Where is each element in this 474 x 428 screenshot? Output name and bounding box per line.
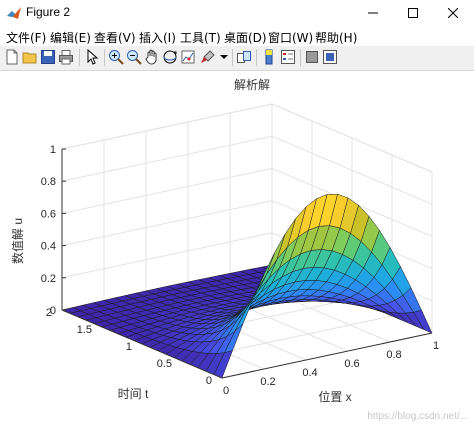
legend-icon[interactable] (280, 49, 296, 65)
watermark-text: https://blog.csdn.net/... (367, 411, 468, 422)
figure-window: Figure 2 文件(F) 编辑(E) 查看(V) 插入(I) 工具(T) 桌… (0, 0, 474, 424)
y-tick-label: 1 (126, 341, 132, 353)
menu-window[interactable]: 窗口(W) (268, 29, 313, 46)
z-tick-label: 0.8 (41, 176, 56, 188)
x-tick-label: 0.2 (260, 376, 275, 388)
toolbar-separator (79, 49, 80, 66)
minimize-icon (368, 12, 378, 14)
y-tick-label: 1.5 (77, 324, 92, 336)
figure-toolbar (0, 46, 474, 71)
open-file-icon[interactable] (22, 49, 38, 65)
new-figure-icon[interactable] (4, 49, 20, 65)
save-icon[interactable] (40, 49, 56, 65)
rotate-3d-icon[interactable] (162, 49, 178, 65)
toolbar-separator (300, 49, 301, 66)
close-icon (448, 8, 458, 18)
title-bar[interactable]: Figure 2 (0, 0, 474, 26)
menu-desktop[interactable]: 桌面(D) (224, 29, 267, 46)
chevron-down-icon[interactable] (216, 49, 232, 65)
y-tick-label: 2 (46, 307, 52, 319)
x-tick-label: 0.8 (386, 349, 401, 361)
brush-icon[interactable] (200, 49, 216, 65)
show-plot-tools-icon[interactable] (322, 49, 338, 65)
zoom-in-icon[interactable] (108, 49, 124, 65)
maximize-icon (408, 8, 418, 18)
print-icon[interactable] (58, 49, 74, 65)
window-title: Figure 2 (26, 5, 71, 19)
menu-edit[interactable]: 编辑(E) (50, 29, 91, 46)
toolbar-separator (256, 49, 257, 66)
z-tick-label: 0.2 (41, 273, 56, 285)
chart-title: 解析解 (234, 78, 270, 92)
menu-help[interactable]: 帮助(H) (315, 29, 357, 46)
matlab-logo-icon (7, 7, 21, 19)
y-tick-label: 0 (206, 375, 212, 387)
menu-insert[interactable]: 插入(I) (139, 29, 176, 46)
hide-plot-tools-icon[interactable] (304, 49, 320, 65)
close-button[interactable] (434, 0, 472, 26)
y-tick-label: 0.5 (157, 358, 172, 370)
x-axis-label: 位置 x (318, 389, 351, 404)
x-tick-label: 1 (433, 340, 439, 352)
menu-bar: 文件(F) 编辑(E) 查看(V) 插入(I) 工具(T) 桌面(D) 窗口(W… (0, 26, 474, 46)
z-tick-label: 0.4 (41, 241, 56, 253)
toolbar-separator (104, 49, 105, 66)
maximize-button[interactable] (394, 0, 432, 26)
minimize-button[interactable] (354, 0, 392, 26)
x-tick-label: 0 (223, 385, 229, 397)
link-plot-icon[interactable] (236, 49, 252, 65)
zoom-out-icon[interactable] (126, 49, 142, 65)
z-tick-label: 0.6 (41, 208, 56, 220)
arrow-pointer-icon[interactable] (84, 49, 100, 65)
colorbar-icon[interactable] (262, 49, 278, 65)
menu-tools[interactable]: 工具(T) (180, 29, 221, 46)
toolbar-separator (232, 49, 233, 66)
z-axis-label: 数值解 u (10, 218, 25, 264)
x-tick-label: 0.4 (302, 367, 317, 379)
menu-file[interactable]: 文件(F) (6, 29, 46, 46)
figure-canvas[interactable]: 0 0.2 0.4 0.6 0.8 1 0 0.2 0.4 0.6 0.8 1 0 0.5 1 1.5 2 解析… (0, 71, 474, 424)
surface-plot: 00.20.40.60.8100.20.40.60.8100.511.52 解析… (10, 78, 439, 404)
data-cursor-icon[interactable] (180, 49, 196, 65)
pan-hand-icon[interactable] (144, 49, 160, 65)
menu-view[interactable]: 查看(V) (94, 29, 136, 46)
z-tick-label: 1 (50, 144, 56, 156)
x-tick-label: 0.6 (344, 358, 359, 370)
y-axis-label: 时间 t (118, 387, 149, 401)
